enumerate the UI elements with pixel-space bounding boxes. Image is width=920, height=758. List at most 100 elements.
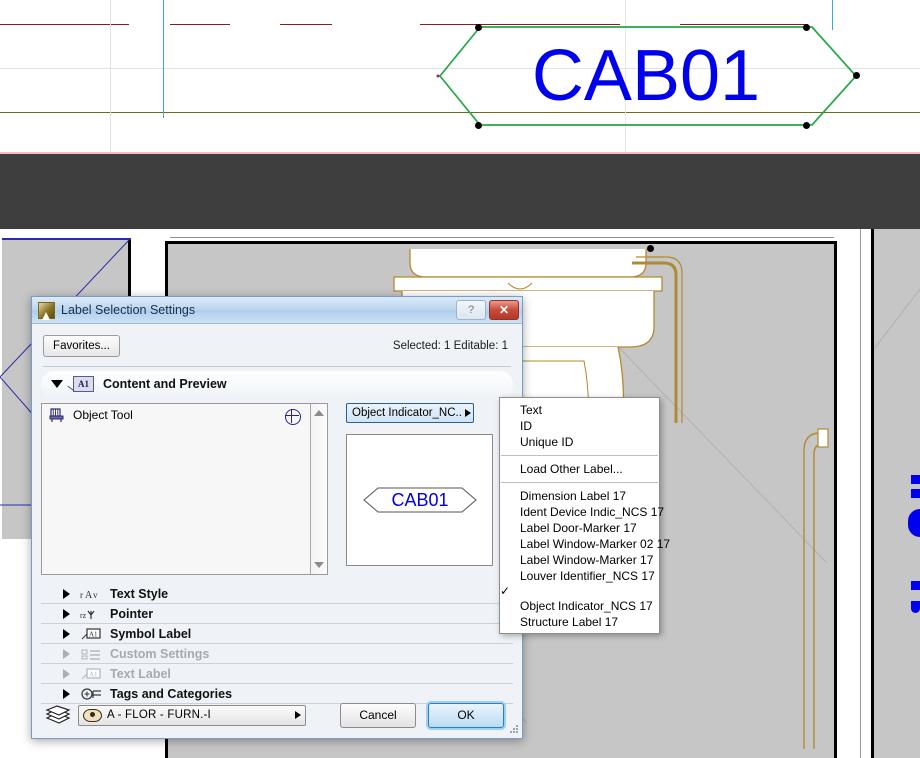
annotation-text-fragment — [911, 475, 920, 484]
close-icon[interactable]: ✕ — [489, 300, 519, 320]
menu-item[interactable]: Dimension Label 17 — [500, 488, 659, 504]
section-label: Text Style — [110, 586, 169, 601]
selection-handle[interactable] — [853, 72, 860, 79]
favorites-row: Favorites... Selected: 1 Editable: 1 — [41, 324, 513, 366]
eye-icon[interactable] — [83, 708, 102, 722]
section-row-symbol-label[interactable]: A1 Symbol Label — [41, 624, 513, 644]
label-type-dropdown-menu[interactable]: Text ID Unique ID Load Other Label... Di… — [499, 397, 670, 634]
dialog-title: Label Selection Settings — [61, 303, 196, 317]
globe-icon — [285, 409, 301, 425]
layer-combobox[interactable]: A - FLOR - FURN.-I — [78, 704, 306, 726]
menu-item[interactable]: Label Window-Marker 02 17 — [500, 536, 670, 552]
pointer-icon: rz — [80, 607, 102, 621]
section-row-custom-settings[interactable]: Custom Settings — [41, 644, 513, 664]
menu-item[interactable]: Louver Identifier_NCS 17 — [500, 568, 659, 584]
selection-handle[interactable] — [475, 24, 482, 31]
chevron-right-icon[interactable] — [465, 409, 471, 417]
layer-value: A - FLOR - FURN.-I — [107, 709, 211, 721]
checkmark-icon: ✓ — [500, 584, 511, 598]
label-selection-settings-dialog[interactable]: Label Selection Settings ? ✕ Favorites..… — [31, 296, 523, 739]
label-center-node — [436, 74, 440, 78]
wall-segment — [280, 24, 332, 25]
menu-separator — [501, 455, 658, 456]
selection-handle[interactable] — [803, 122, 810, 129]
scroll-down-arrow-icon[interactable] — [311, 557, 327, 573]
annotation-text-fragment — [911, 489, 920, 498]
layers-icon — [43, 705, 71, 725]
scroll-up-arrow-icon[interactable] — [311, 405, 327, 421]
chevron-right-icon[interactable] — [295, 711, 301, 719]
label-type-combobox[interactable]: Object Indicator_NC... — [346, 403, 474, 423]
text-style-icon: r A v — [80, 587, 102, 601]
application-icon — [38, 301, 55, 320]
selection-handle[interactable] — [803, 24, 810, 31]
section-row-text-style[interactable]: r A v Text Style — [41, 584, 513, 604]
label-a1-icon: A1 — [73, 376, 94, 392]
menu-item[interactable]: ID — [500, 418, 659, 434]
resize-grip[interactable] — [509, 724, 519, 734]
chevron-right-icon[interactable] — [63, 588, 70, 599]
text-label-icon: A1 — [80, 667, 102, 681]
content-and-preview-area: Object Tool Object Indicator_NC... CAB01 — [41, 403, 513, 575]
chevron-right-icon[interactable] — [63, 608, 70, 619]
wall-hatch — [170, 237, 834, 238]
grab-bar-plan — [803, 428, 829, 749]
section-row-text-label[interactable]: A1 Text Label — [41, 664, 513, 684]
view-separator-band — [0, 152, 920, 231]
chevron-right-icon[interactable] — [63, 648, 70, 659]
svg-text:v: v — [93, 590, 98, 600]
symbol-label-icon: A1 — [80, 627, 102, 641]
preview-column: Object Indicator_NC... CAB01 — [346, 403, 493, 575]
selection-handle[interactable] — [475, 122, 482, 129]
wall-hatch — [860, 229, 861, 758]
grid-line — [110, 0, 111, 152]
cab01-label-text: CAB01 — [532, 36, 760, 116]
menu-separator — [501, 482, 658, 483]
wall-segment — [73, 24, 129, 25]
wall-segment — [0, 24, 80, 25]
label-type-value: Object Indicator_NC... — [352, 407, 462, 419]
cad-upper-plan-area[interactable]: CAB01 — [0, 0, 920, 152]
grid-line — [163, 0, 164, 118]
preview-label-text: CAB01 — [391, 490, 448, 510]
list-scrollbar[interactable] — [310, 404, 327, 574]
ok-button[interactable]: OK — [428, 702, 504, 728]
svg-text:A: A — [85, 590, 93, 601]
menu-item[interactable]: Ident Device Indic_NCS 17 — [500, 504, 664, 520]
object-tool-label: Object Tool — [73, 408, 133, 422]
section-title: Content and Preview — [103, 377, 227, 391]
section-label: Pointer — [110, 606, 154, 621]
section-label: Custom Settings — [110, 646, 210, 661]
cancel-button[interactable]: Cancel — [340, 702, 416, 728]
section-header-content-and-preview[interactable]: A1 Content and Preview — [41, 371, 513, 397]
chevron-down-icon[interactable] — [51, 380, 63, 388]
section-label: Symbol Label — [110, 626, 192, 641]
preview-hexagon-label: CAB01 — [362, 487, 477, 513]
annotation-text-fragment — [911, 601, 920, 613]
custom-settings-icon — [80, 647, 102, 661]
object-tool-list[interactable]: Object Tool — [41, 403, 328, 575]
chevron-right-icon[interactable] — [63, 668, 70, 679]
dialog-footer: A - FLOR - FURN.-I Cancel OK — [32, 693, 522, 737]
chair-icon — [49, 407, 65, 423]
menu-item[interactable]: Unique ID — [500, 434, 659, 450]
annotation-text-fragment — [911, 581, 920, 590]
menu-item[interactable]: Text — [500, 402, 659, 418]
menu-item[interactable]: Structure Label 17 — [500, 614, 659, 630]
svg-text:rz: rz — [80, 611, 87, 620]
menu-item-selected[interactable]: Object Indicator_NCS 17 — [500, 598, 659, 614]
chevron-right-icon[interactable] — [63, 628, 70, 639]
divider — [43, 366, 511, 367]
cab01-label-object[interactable]: CAB01 — [432, 22, 860, 130]
selection-info-text: Selected: 1 Editable: 1 — [392, 340, 508, 352]
menu-item[interactable]: Label Window-Marker 17 — [500, 552, 659, 568]
help-button[interactable]: ? — [456, 300, 486, 320]
selection-handle[interactable] — [647, 245, 654, 252]
menu-item-load-other-label[interactable]: Load Other Label... — [500, 461, 659, 477]
section-row-pointer[interactable]: rz Pointer — [41, 604, 513, 624]
menu-item[interactable]: Label Door-Marker 17 — [500, 520, 659, 536]
section-label: Text Label — [110, 666, 171, 681]
dialog-title-bar[interactable]: Label Selection Settings ? ✕ — [32, 297, 522, 324]
svg-text:A1: A1 — [89, 630, 98, 638]
favorites-button[interactable]: Favorites... — [43, 335, 120, 357]
